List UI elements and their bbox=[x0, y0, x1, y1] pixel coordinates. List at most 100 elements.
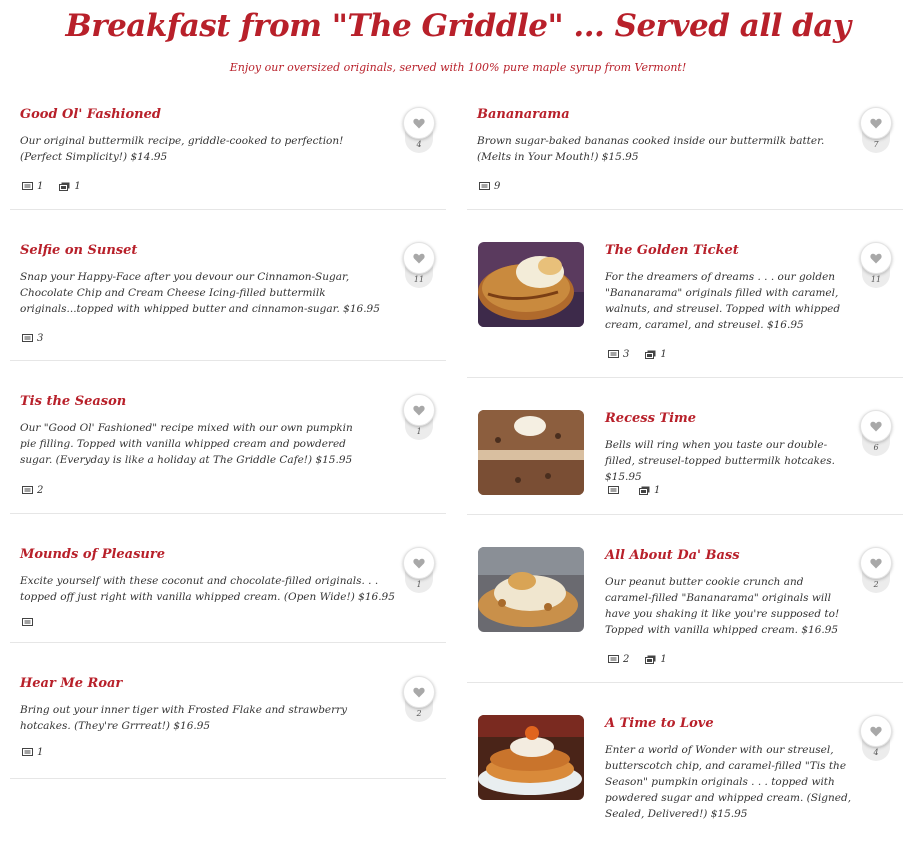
comment-count: 1 bbox=[37, 747, 44, 758]
menu-item: All About Da' Bass Our peanut butter coo… bbox=[467, 515, 903, 683]
comment-icon[interactable] bbox=[22, 486, 33, 495]
heart-icon bbox=[413, 558, 425, 568]
photo-icon[interactable] bbox=[639, 486, 650, 495]
item-photo[interactable] bbox=[478, 242, 584, 327]
golden-ticket-photo bbox=[478, 242, 584, 327]
comment-count: 2 bbox=[623, 654, 630, 665]
like-count: 2 bbox=[416, 709, 422, 718]
like-button[interactable]: 2 bbox=[403, 676, 435, 722]
like-button[interactable]: 1 bbox=[403, 394, 435, 440]
comment-icon[interactable] bbox=[22, 748, 33, 757]
item-meta: 2 bbox=[22, 485, 59, 496]
item-name[interactable]: Bananarama bbox=[477, 107, 570, 122]
heart-icon bbox=[870, 253, 882, 263]
item-description: Brown sugar-baked bananas cooked inside … bbox=[477, 135, 825, 163]
like-button[interactable]: 11 bbox=[860, 242, 892, 288]
like-button[interactable]: 2 bbox=[860, 547, 892, 593]
like-count: 11 bbox=[870, 275, 882, 284]
item-name[interactable]: The Golden Ticket bbox=[605, 243, 739, 258]
item-name[interactable]: Recess Time bbox=[605, 411, 696, 426]
item-name[interactable]: Good Ol' Fashioned bbox=[20, 107, 161, 122]
item-description: For the dreamers of dreams . . . our gol… bbox=[605, 271, 841, 331]
like-button[interactable]: 7 bbox=[860, 107, 892, 153]
like-button[interactable]: 4 bbox=[860, 715, 892, 761]
comment-count: 3 bbox=[623, 349, 630, 360]
item-description: Bring out your inner tiger with Frosted … bbox=[20, 704, 348, 732]
like-count: 7 bbox=[873, 140, 879, 149]
item-description: Our peanut butter cookie crunch and cara… bbox=[605, 576, 840, 636]
like-count: 1 bbox=[416, 427, 422, 436]
item-description: Excite yourself with these coconut and c… bbox=[20, 575, 395, 603]
comment-icon[interactable] bbox=[479, 182, 490, 191]
item-description: Bells will ring when you taste our doubl… bbox=[605, 439, 835, 483]
like-button[interactable]: 1 bbox=[403, 547, 435, 593]
heart-icon bbox=[870, 726, 882, 736]
menu-item: Tis the Season Our "Good Ol' Fashioned" … bbox=[10, 361, 446, 514]
comment-count: 3 bbox=[37, 333, 44, 344]
item-meta: 1 1 bbox=[22, 181, 97, 192]
heart-icon bbox=[870, 118, 882, 128]
heart-icon bbox=[870, 558, 882, 568]
item-name[interactable]: Mounds of Pleasure bbox=[20, 547, 165, 562]
photo-count: 1 bbox=[74, 181, 81, 192]
photo-count: 1 bbox=[660, 654, 667, 665]
like-count: 1 bbox=[416, 580, 422, 589]
item-name[interactable]: Tis the Season bbox=[20, 394, 126, 409]
recess-time-photo bbox=[478, 410, 584, 495]
item-name[interactable]: Hear Me Roar bbox=[20, 676, 122, 691]
page-title: Breakfast from "The Griddle" ... Served … bbox=[65, 8, 851, 44]
comment-icon[interactable] bbox=[608, 655, 619, 664]
item-meta: 1 bbox=[22, 747, 59, 758]
like-button[interactable]: 6 bbox=[860, 410, 892, 456]
heart-icon bbox=[413, 118, 425, 128]
item-meta: 2 1 bbox=[608, 654, 683, 665]
item-meta: 1 bbox=[608, 485, 676, 496]
photo-icon[interactable] bbox=[645, 655, 656, 664]
menu-column-left: Good Ol' Fashioned Our original buttermi… bbox=[10, 93, 446, 779]
item-photo[interactable] bbox=[478, 715, 584, 800]
comment-count: 2 bbox=[37, 485, 44, 496]
like-count: 6 bbox=[873, 443, 879, 452]
comment-count: 1 bbox=[37, 181, 44, 192]
item-description: Enter a world of Wonder with our streuse… bbox=[605, 744, 852, 820]
like-button[interactable]: 4 bbox=[403, 107, 435, 153]
item-meta: 3 bbox=[22, 333, 59, 344]
heart-icon bbox=[870, 421, 882, 431]
heart-icon bbox=[413, 405, 425, 415]
menu-item: A Time to Love Enter a world of Wonder w… bbox=[467, 683, 903, 843]
menu-item: Recess Time Bells will ring when you tas… bbox=[467, 378, 903, 515]
heart-icon bbox=[413, 253, 425, 263]
menu-item: Mounds of Pleasure Excite yourself with … bbox=[10, 514, 446, 643]
comment-icon[interactable] bbox=[22, 334, 33, 343]
heart-icon bbox=[413, 687, 425, 697]
a-time-to-love-photo bbox=[478, 715, 584, 800]
photo-icon[interactable] bbox=[645, 350, 656, 359]
item-description: Our original buttermilk recipe, griddle-… bbox=[20, 135, 344, 163]
comment-icon[interactable] bbox=[22, 618, 33, 627]
menu-item: The Golden Ticket For the dreamers of dr… bbox=[467, 210, 903, 378]
item-name[interactable]: A Time to Love bbox=[605, 716, 714, 731]
menu-item: Selfie on Sunset Snap your Happy-Face af… bbox=[10, 210, 446, 361]
all-about-da-bass-photo bbox=[478, 547, 584, 632]
comment-count: 9 bbox=[494, 181, 501, 192]
photo-count: 1 bbox=[654, 485, 661, 496]
item-photo[interactable] bbox=[478, 410, 584, 495]
item-photo[interactable] bbox=[478, 547, 584, 632]
like-count: 4 bbox=[873, 748, 879, 757]
comment-icon[interactable] bbox=[22, 182, 33, 191]
item-name[interactable]: Selfie on Sunset bbox=[20, 243, 137, 258]
comment-icon[interactable] bbox=[608, 486, 619, 495]
photo-count: 1 bbox=[660, 349, 667, 360]
like-button[interactable]: 11 bbox=[403, 242, 435, 288]
page-subtitle: Enjoy our oversized originals, served wi… bbox=[229, 61, 687, 74]
item-meta bbox=[22, 618, 37, 627]
item-meta: 3 1 bbox=[608, 349, 683, 360]
menu-item: Hear Me Roar Bring out your inner tiger … bbox=[10, 643, 446, 779]
item-name[interactable]: All About Da' Bass bbox=[605, 548, 740, 563]
like-count: 11 bbox=[413, 275, 425, 284]
comment-icon[interactable] bbox=[608, 350, 619, 359]
like-count: 2 bbox=[873, 580, 879, 589]
item-description: Snap your Happy-Face after you devour ou… bbox=[20, 271, 380, 315]
photo-icon[interactable] bbox=[59, 182, 70, 191]
menu-item: Bananarama Brown sugar-baked bananas coo… bbox=[467, 93, 903, 210]
